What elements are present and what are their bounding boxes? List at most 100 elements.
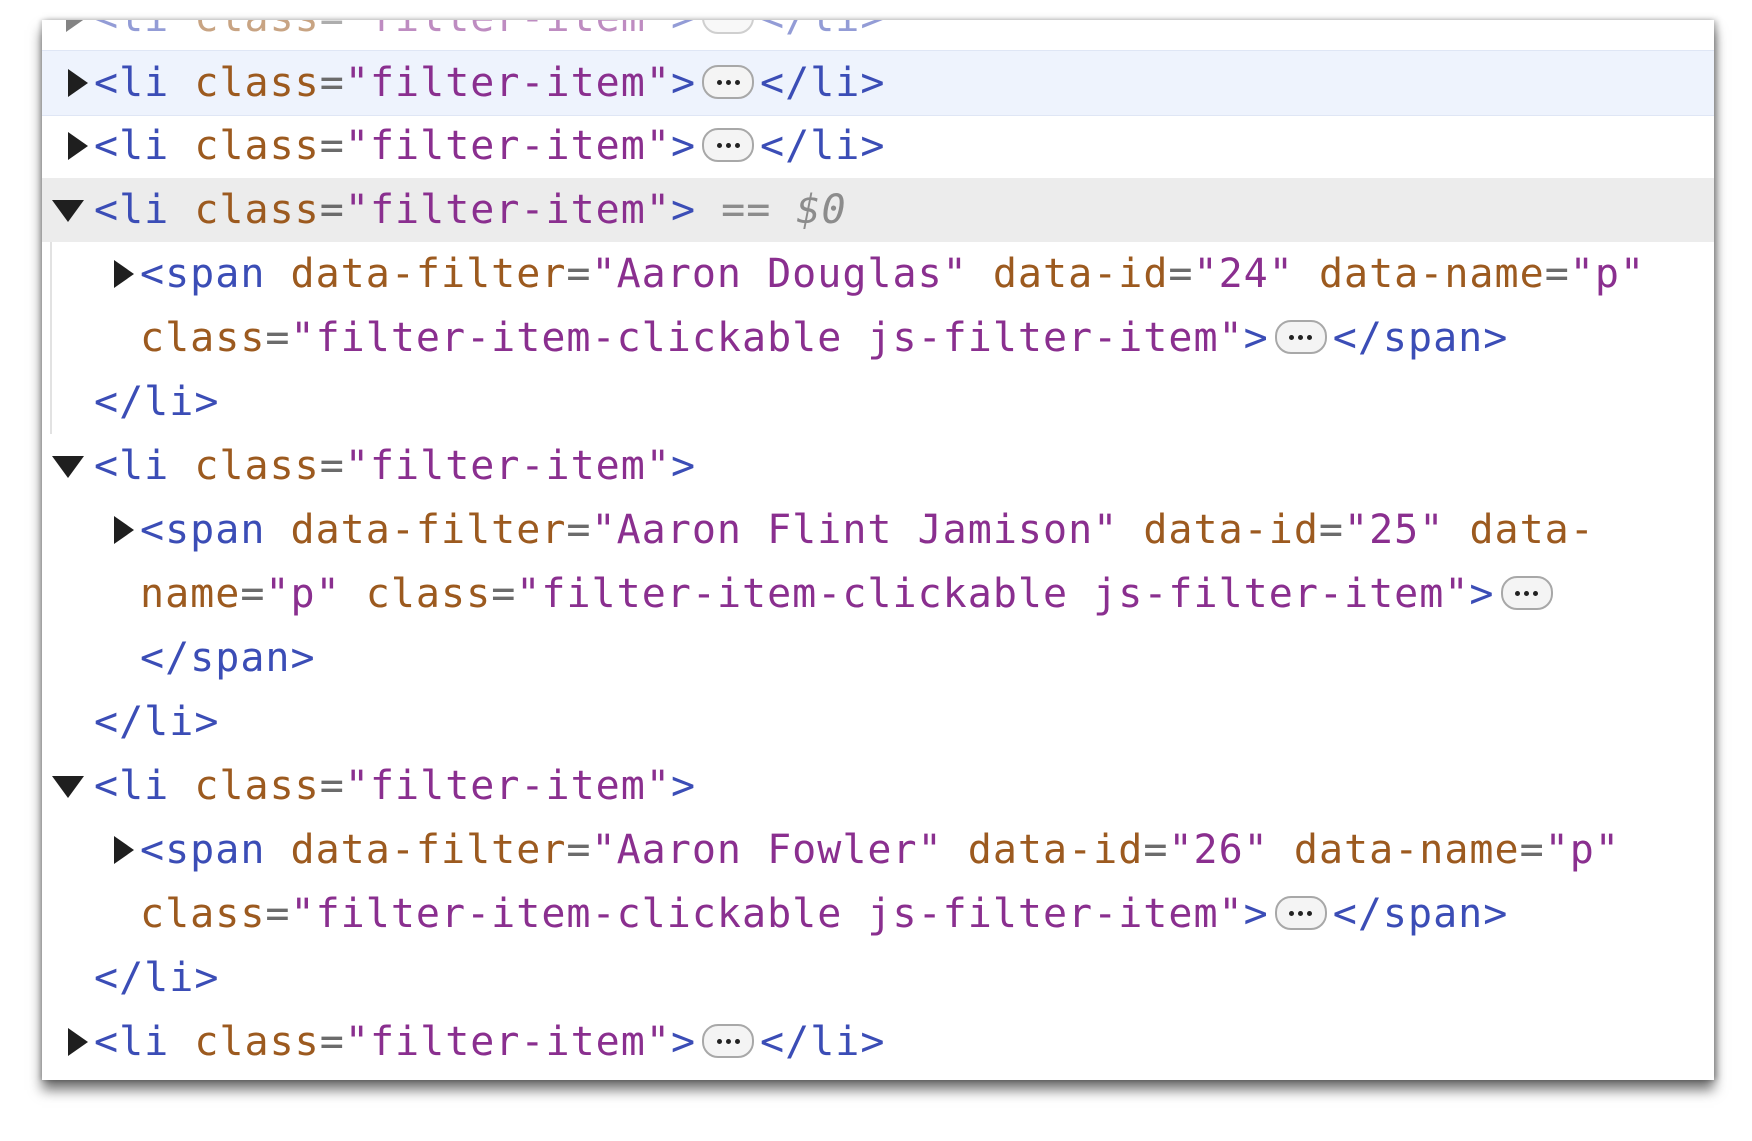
dom-node-row-span[interactable]: <span data-filter="Aaron Flint Jamison" …: [42, 498, 1714, 562]
equals: =: [319, 763, 345, 809]
dom-node-row-close[interactable]: </li>: [42, 370, 1714, 434]
tag-close: </span>: [1332, 891, 1509, 937]
attr-value: "filter-item": [344, 123, 671, 169]
expand-triangle-icon[interactable]: [68, 1028, 88, 1056]
selected-node-marker: == $0: [721, 187, 847, 233]
attr-name: class: [194, 60, 320, 106]
dom-node-text: class="filter-item-clickable js-filter-i…: [140, 306, 1508, 370]
ellipsis-icon[interactable]: [1274, 320, 1327, 354]
ellipsis-icon[interactable]: [702, 128, 755, 162]
ellipsis-icon[interactable]: [702, 1024, 755, 1058]
tag-open: <li: [94, 187, 170, 233]
attr-name: data-filter: [290, 251, 567, 297]
tag-gt: >: [670, 763, 697, 809]
equals: =: [240, 571, 266, 617]
equals: =: [491, 571, 517, 617]
attr-value: "Aaron Douglas": [591, 251, 968, 297]
expand-triangle-icon[interactable]: [114, 260, 134, 288]
attr-name: class: [140, 315, 266, 361]
tag-open: <li: [94, 20, 169, 41]
tag-gt: >: [671, 20, 696, 41]
attr-name: class: [194, 187, 320, 233]
equals: =: [566, 827, 592, 873]
tag-open: <li: [94, 60, 170, 106]
screenshot-stage: <li class="filter-item"> </li> <li class=…: [0, 0, 1752, 1141]
tag-gt: >: [1243, 891, 1269, 937]
dom-node-text: class="filter-item-clickable js-filter-i…: [140, 882, 1508, 946]
dom-node-row[interactable]: <li class="filter-item"> </li>: [42, 1010, 1714, 1074]
equals: =: [319, 443, 345, 489]
dom-node-row-clipped[interactable]: <li class="filter-item"> </li>: [42, 20, 1714, 50]
expand-triangle-icon[interactable]: [68, 132, 88, 160]
expand-triangle-icon[interactable]: [114, 836, 134, 864]
attr-name: data-name: [1318, 251, 1545, 297]
equals: =: [265, 891, 291, 937]
dom-node-row-close[interactable]: </li>: [42, 690, 1714, 754]
ellipsis-icon[interactable]: [1500, 576, 1553, 610]
attr-name: data-filter: [290, 827, 567, 873]
dom-node-row-span-cont[interactable]: class="filter-item-clickable js-filter-i…: [42, 306, 1714, 370]
tag-open: <li: [94, 123, 170, 169]
dom-node-text: <li class="filter-item"> </li>: [94, 51, 885, 115]
tag-gt: >: [670, 443, 697, 489]
tag-close: </li>: [760, 1019, 886, 1065]
dom-node-row-span[interactable]: <span data-filter="Aaron Fowler" data-id…: [42, 818, 1714, 882]
dom-node-text: name="p" class="filter-item-clickable js…: [140, 562, 1559, 626]
collapse-triangle-icon[interactable]: [52, 456, 84, 478]
dom-node-row-span-cont[interactable]: name="p" class="filter-item-clickable js…: [42, 562, 1714, 626]
attr-value: "filter-item": [344, 60, 671, 106]
dom-node-text: <li class="filter-item"> </li>: [94, 114, 885, 178]
dom-node-row-expanded[interactable]: <li class="filter-item">: [42, 754, 1714, 818]
tag-gt: >: [670, 187, 697, 233]
equals: =: [566, 251, 592, 297]
attr-name: data-id: [1143, 507, 1319, 553]
attr-value: "filter-item-clickable js-filter-item": [290, 315, 1244, 361]
equals: =: [1519, 827, 1545, 873]
dom-node-row-span-close[interactable]: </span>: [42, 626, 1714, 690]
tag-close: </span>: [1332, 315, 1509, 361]
dom-node-row-span[interactable]: <span data-filter="Aaron Douglas" data-i…: [42, 242, 1714, 306]
collapse-triangle-icon[interactable]: [52, 200, 84, 222]
tag-open: <span: [140, 251, 266, 297]
dom-node-text: <li class="filter-item">: [94, 434, 696, 498]
equals: =: [319, 187, 345, 233]
attr-name: data-id: [992, 251, 1169, 297]
collapse-triangle-icon[interactable]: [52, 776, 84, 798]
dom-node-row-span-cont[interactable]: class="filter-item-clickable js-filter-i…: [42, 882, 1714, 946]
tag-close: </span>: [140, 635, 316, 681]
attr-value: "filter-item-clickable js-filter-item": [516, 571, 1470, 617]
dom-node-text: <li class="filter-item"> == $0: [94, 178, 847, 242]
dom-node-row-close[interactable]: </li>: [42, 946, 1714, 1010]
attr-value: "26": [1168, 827, 1269, 873]
dom-node-row[interactable]: <li class="filter-item"> </li>: [42, 114, 1714, 178]
dom-node-row-hover[interactable]: <li class="filter-item"> </li>: [42, 50, 1714, 116]
equals: =: [319, 60, 345, 106]
tag-close: </li>: [94, 379, 220, 425]
ellipsis-icon[interactable]: [1274, 896, 1327, 930]
attr-name: name: [140, 571, 241, 617]
attr-name: data-id: [967, 827, 1144, 873]
tag-close: </li>: [760, 60, 886, 106]
ellipsis-icon[interactable]: [702, 20, 755, 34]
expand-triangle-icon[interactable]: [68, 69, 88, 97]
equals: =: [1168, 251, 1194, 297]
dom-node-text: <span data-filter="Aaron Fowler" data-id…: [140, 818, 1620, 882]
equals: =: [319, 1019, 345, 1065]
tag-open: <span: [140, 827, 266, 873]
tag-close: </li>: [94, 699, 220, 745]
dom-node-text: <span data-filter="Aaron Flint Jamison" …: [140, 498, 1595, 562]
dom-node-row-selected[interactable]: <li class="filter-item"> == $0: [42, 178, 1714, 242]
attr-value: "Aaron Flint Jamison": [591, 507, 1119, 553]
tag-open: <li: [94, 763, 170, 809]
dom-node-row-expanded[interactable]: <li class="filter-item">: [42, 434, 1714, 498]
attr-value: "filter-item": [344, 1019, 671, 1065]
attr-value: "filter-item-clickable js-filter-item": [290, 891, 1244, 937]
expand-triangle-icon[interactable]: [66, 20, 86, 32]
expand-triangle-icon[interactable]: [114, 516, 134, 544]
equals: =: [566, 507, 592, 553]
ellipsis-icon[interactable]: [702, 65, 755, 99]
attr-value: "filter-item": [345, 20, 671, 41]
attr-name: class: [194, 123, 320, 169]
tag-open: <li: [94, 1019, 170, 1065]
attr-name: class: [194, 763, 320, 809]
